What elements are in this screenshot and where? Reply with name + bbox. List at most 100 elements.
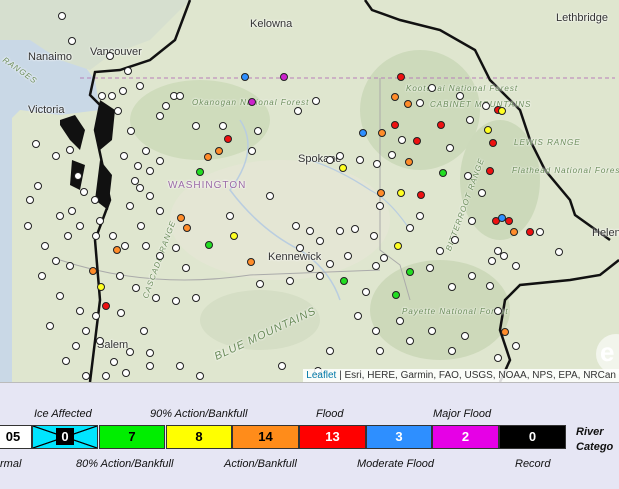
gauge-point-normal[interactable] — [92, 232, 100, 240]
gauge-point-normal[interactable] — [134, 162, 142, 170]
gauge-point-normal[interactable] — [82, 372, 90, 380]
gauge-point-action[interactable] — [215, 147, 223, 155]
gauge-point-normal[interactable] — [24, 222, 32, 230]
gauge-point-normal[interactable] — [468, 217, 476, 225]
gauge-point-flood[interactable] — [489, 139, 497, 147]
gauge-point-action[interactable] — [177, 214, 185, 222]
gauge-point-normal[interactable] — [219, 122, 227, 130]
gauge-point-normal[interactable] — [142, 147, 150, 155]
gauge-point-normal[interactable] — [426, 264, 434, 272]
gauge-point-normal[interactable] — [110, 358, 118, 366]
gauge-point-normal[interactable] — [32, 140, 40, 148]
gauge-point-normal[interactable] — [446, 144, 454, 152]
gauge-point-normal[interactable] — [58, 12, 66, 20]
gauge-point-action[interactable] — [405, 158, 413, 166]
gauge-point-normal[interactable] — [336, 227, 344, 235]
gauge-point-normal[interactable] — [192, 122, 200, 130]
gauge-point-normal[interactable] — [126, 202, 134, 210]
gauge-point-major[interactable] — [248, 98, 256, 106]
gauge-point-action80[interactable] — [392, 291, 400, 299]
gauge-point-normal[interactable] — [278, 362, 286, 370]
gauge-point-normal[interactable] — [456, 92, 464, 100]
gauge-point-normal[interactable] — [388, 151, 396, 159]
gauge-point-action[interactable] — [377, 189, 385, 197]
legend-box-major[interactable]: 2 — [432, 425, 499, 449]
gauge-point-normal[interactable] — [436, 247, 444, 255]
gauge-point-normal[interactable] — [176, 92, 184, 100]
gauge-point-normal[interactable] — [406, 224, 414, 232]
gauge-point-normal[interactable] — [172, 297, 180, 305]
gauge-point-normal[interactable] — [76, 307, 84, 315]
gauge-point-normal[interactable] — [373, 160, 381, 168]
gauge-point-normal[interactable] — [376, 202, 384, 210]
gauge-point-normal[interactable] — [82, 327, 90, 335]
gauge-point-normal[interactable] — [176, 362, 184, 370]
gauge-point-normal[interactable] — [248, 147, 256, 155]
gauge-point-action[interactable] — [113, 246, 121, 254]
gauge-point-normal[interactable] — [68, 37, 76, 45]
gauge-point-normal[interactable] — [192, 294, 200, 302]
gauge-point-normal[interactable] — [326, 347, 334, 355]
gauge-point-normal[interactable] — [56, 292, 64, 300]
gauge-point-normal[interactable] — [494, 354, 502, 362]
gauge-point-moderate[interactable] — [359, 129, 367, 137]
gauge-point-normal[interactable] — [136, 82, 144, 90]
gauge-point-normal[interactable] — [126, 348, 134, 356]
gauge-point-action[interactable] — [378, 129, 386, 137]
gauge-point-normal[interactable] — [172, 244, 180, 252]
gauge-point-normal[interactable] — [555, 248, 563, 256]
gauge-point-normal[interactable] — [132, 284, 140, 292]
gauge-point-action80[interactable] — [196, 168, 204, 176]
gauge-point-action[interactable] — [501, 328, 509, 336]
gauge-point-normal[interactable] — [96, 217, 104, 225]
gauge-point-normal[interactable] — [146, 167, 154, 175]
gauge-point-action[interactable] — [204, 153, 212, 161]
gauge-point-normal[interactable] — [396, 317, 404, 325]
gauge-point-normal[interactable] — [62, 357, 70, 365]
gauge-point-normal[interactable] — [182, 264, 190, 272]
gauge-point-flood[interactable] — [486, 167, 494, 175]
gauge-point-normal[interactable] — [137, 222, 145, 230]
gauge-point-normal[interactable] — [466, 116, 474, 124]
gauge-point-normal[interactable] — [152, 294, 160, 302]
gauge-point-normal[interactable] — [146, 192, 154, 200]
gauge-point-normal[interactable] — [286, 277, 294, 285]
gauge-point-normal[interactable] — [354, 312, 362, 320]
gauge-point-normal[interactable] — [66, 146, 74, 154]
gauge-point-normal[interactable] — [416, 212, 424, 220]
gauge-point-normal[interactable] — [91, 196, 99, 204]
gauge-point-normal[interactable] — [124, 67, 132, 75]
gauge-point-action80[interactable] — [205, 241, 213, 249]
gauge-point-normal[interactable] — [117, 309, 125, 317]
gauge-point-normal[interactable] — [156, 157, 164, 165]
gauge-point-normal[interactable] — [256, 280, 264, 288]
gauge-point-normal[interactable] — [500, 252, 508, 260]
gauge-point-normal[interactable] — [92, 312, 100, 320]
gauge-point-normal[interactable] — [140, 327, 148, 335]
gauge-point-normal[interactable] — [121, 242, 129, 250]
gauge-point-normal[interactable] — [226, 212, 234, 220]
gauge-point-flood[interactable] — [391, 121, 399, 129]
gauge-point-normal[interactable] — [292, 222, 300, 230]
gauge-point-normal[interactable] — [488, 257, 496, 265]
gauge-point-action90[interactable] — [498, 107, 506, 115]
gauge-point-action[interactable] — [247, 258, 255, 266]
gauge-point-normal[interactable] — [326, 260, 334, 268]
gauge-point-action[interactable] — [404, 100, 412, 108]
gauge-point-normal[interactable] — [102, 372, 110, 380]
gauge-point-normal[interactable] — [74, 172, 82, 180]
gauge-point-normal[interactable] — [372, 327, 380, 335]
gauge-point-normal[interactable] — [316, 272, 324, 280]
gauge-point-normal[interactable] — [344, 252, 352, 260]
gauge-point-normal[interactable] — [146, 362, 154, 370]
legend-box-action80[interactable]: 7 — [99, 425, 165, 449]
gauge-point-normal[interactable] — [146, 349, 154, 357]
gauge-point-normal[interactable] — [336, 152, 344, 160]
gauge-point-normal[interactable] — [41, 242, 49, 250]
gauge-point-normal[interactable] — [306, 227, 314, 235]
gauge-point-normal[interactable] — [428, 84, 436, 92]
gauge-point-normal[interactable] — [254, 127, 262, 135]
legend-box-moderate[interactable]: 3 — [366, 425, 432, 449]
gauge-point-normal[interactable] — [451, 236, 459, 244]
gauge-point-normal[interactable] — [108, 92, 116, 100]
